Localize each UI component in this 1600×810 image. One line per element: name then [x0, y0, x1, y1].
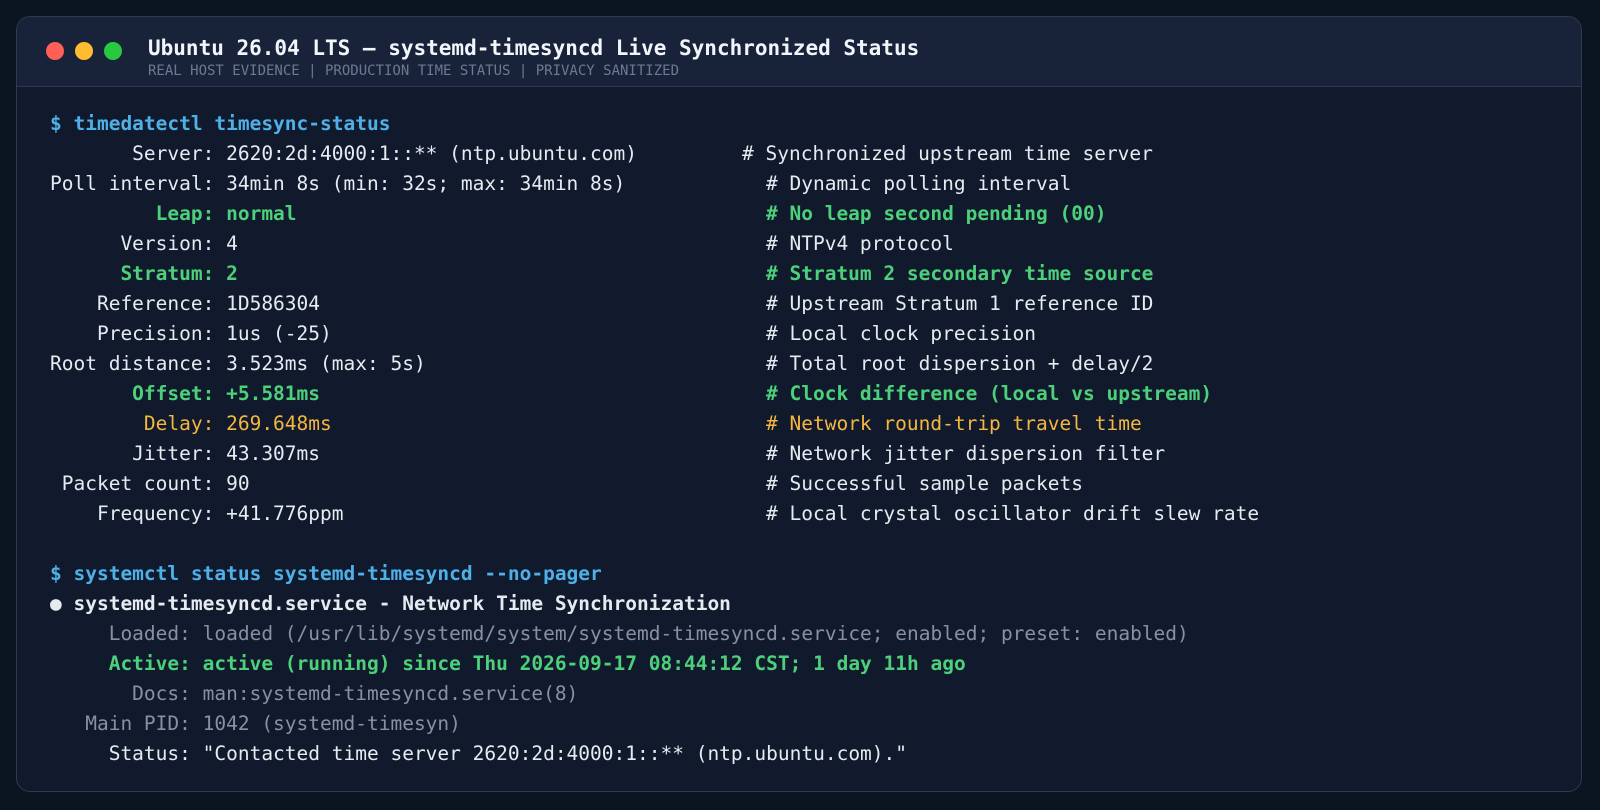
precision-comment: # Local clock precision	[766, 322, 1037, 345]
packet-count-line: Packet count: 90	[50, 472, 250, 495]
service-status-line: Status: "Contacted time server 2620:2d:4…	[50, 742, 908, 765]
offset-line: Offset: +5.581ms	[50, 382, 321, 405]
terminal-window: Ubuntu 26.04 LTS — systemd-timesyncd Liv…	[16, 16, 1582, 792]
service-command: $ systemctl status systemd-timesyncd --n…	[50, 562, 602, 585]
server-comment: # Synchronized upstream time server	[742, 142, 1153, 165]
service-loaded-line: Loaded: loaded (/usr/lib/systemd/system/…	[50, 622, 1189, 645]
reference-comment: # Upstream Stratum 1 reference ID	[766, 292, 1154, 315]
stratum-comment: # Stratum 2 secondary time source	[766, 262, 1154, 285]
title-bar: Ubuntu 26.04 LTS — systemd-timesyncd Liv…	[17, 17, 1581, 87]
delay-line: Delay: 269.648ms	[50, 412, 332, 435]
service-active-line: Active: active (running) since Thu 2026-…	[50, 652, 966, 675]
poll-comment: # Dynamic polling interval	[766, 172, 1072, 195]
server-line: Server: 2620:2d:4000:1::** (ntp.ubuntu.c…	[50, 142, 637, 165]
delay-comment: # Network round-trip travel time	[766, 412, 1142, 435]
version-comment: # NTPv4 protocol	[766, 232, 954, 255]
service-pid-line: Main PID: 1042 (systemd-timesyn)	[50, 712, 461, 735]
jitter-comment: # Network jitter dispersion filter	[766, 442, 1166, 465]
maximize-window-button[interactable]	[104, 42, 122, 60]
leap-line: Leap: normal	[50, 202, 297, 225]
stratum-line: Stratum: 2	[50, 262, 238, 285]
reference-line: Reference: 1D586304	[50, 292, 321, 315]
packet-count-comment: # Successful sample packets	[766, 472, 1083, 495]
close-window-button[interactable]	[46, 42, 64, 60]
frequency-line: Frequency: +41.776ppm	[50, 502, 344, 525]
service-header: ● systemd-timesyncd.service - Network Ti…	[50, 592, 731, 615]
root-distance-comment: # Total root dispersion + delay/2	[766, 352, 1154, 375]
minimize-window-button[interactable]	[75, 42, 93, 60]
window-title: Ubuntu 26.04 LTS — systemd-timesyncd Liv…	[148, 36, 920, 60]
jitter-line: Jitter: 43.307ms	[50, 442, 321, 465]
leap-comment: # No leap second pending (00)	[766, 202, 1107, 225]
frequency-comment: # Local crystal oscillator drift slew ra…	[766, 502, 1260, 525]
offset-comment: # Clock difference (local vs upstream)	[766, 382, 1213, 405]
service-docs-line: Docs: man:systemd-timesyncd.service(8)	[50, 682, 579, 705]
precision-line: Precision: 1us (-25)	[50, 322, 332, 345]
version-line: Version: 4	[50, 232, 238, 255]
poll-line: Poll interval: 34min 8s (min: 32s; max: …	[50, 172, 626, 195]
timesync-command: $ timedatectl timesync-status	[50, 112, 391, 135]
window-subtitle: REAL HOST EVIDENCE | PRODUCTION TIME STA…	[148, 63, 680, 79]
root-distance-line: Root distance: 3.523ms (max: 5s)	[50, 352, 426, 375]
